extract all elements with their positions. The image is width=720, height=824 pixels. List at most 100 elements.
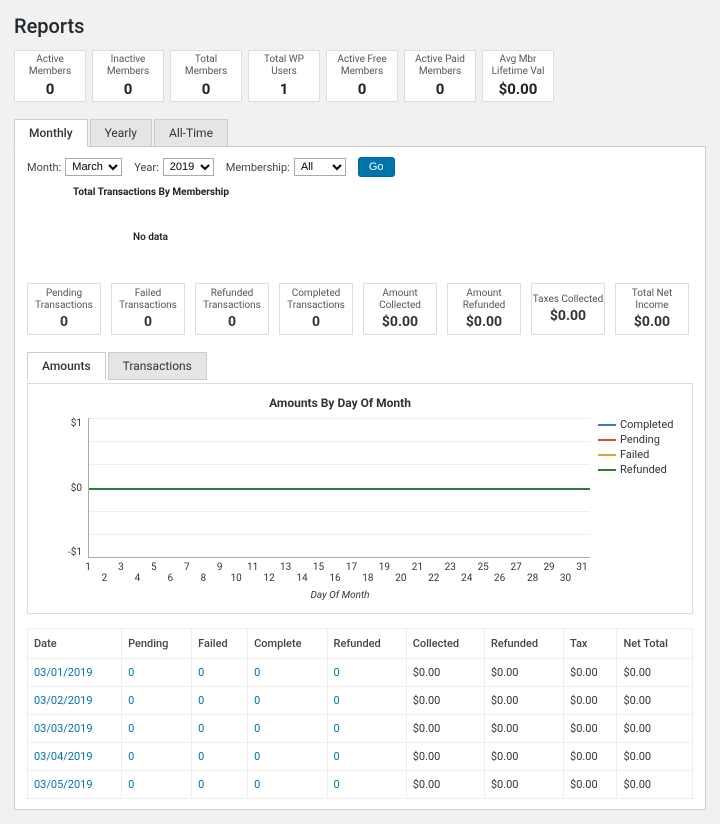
stat-label: Refunded Transactions bbox=[196, 288, 268, 311]
year-select[interactable]: 2019 bbox=[163, 158, 214, 176]
table-cell: $0.00 bbox=[617, 743, 693, 771]
legend-item: Pending bbox=[598, 433, 680, 446]
stat-value: 0 bbox=[124, 80, 133, 98]
refunded-link[interactable]: 0 bbox=[334, 694, 340, 707]
table-cell: $0.00 bbox=[484, 743, 563, 771]
stat-label: Total Net Income bbox=[616, 288, 688, 311]
txn-stat-card: Failed Transactions 0 bbox=[111, 283, 185, 335]
stat-label: Total Members bbox=[173, 54, 239, 77]
col-header[interactable]: Complete bbox=[248, 629, 327, 659]
pending-link[interactable]: 0 bbox=[128, 750, 134, 763]
month-select[interactable]: March bbox=[65, 158, 122, 176]
refunded-link[interactable]: 0 bbox=[334, 778, 340, 791]
refunded-link[interactable]: 0 bbox=[334, 750, 340, 763]
date-link[interactable]: 03/02/2019 bbox=[34, 694, 93, 707]
table-cell: 0 bbox=[192, 659, 248, 687]
top-stat-card: Active Free Members0 bbox=[326, 50, 398, 102]
stat-label: Inactive Members bbox=[95, 54, 161, 77]
complete-link[interactable]: 0 bbox=[254, 666, 260, 679]
table-body: 03/01/20190000$0.00$0.00$0.00$0.0003/02/… bbox=[28, 659, 693, 799]
complete-link[interactable]: 0 bbox=[254, 694, 260, 707]
stat-label: Failed Transactions bbox=[112, 288, 184, 311]
table-cell: $0.00 bbox=[484, 659, 563, 687]
top-stat-card: Avg Mbr Lifetime Val$0.00 bbox=[482, 50, 554, 102]
complete-link[interactable]: 0 bbox=[254, 778, 260, 791]
pending-link[interactable]: 0 bbox=[128, 666, 134, 679]
date-link[interactable]: 03/03/2019 bbox=[34, 722, 93, 735]
table-header-row: DatePendingFailedCompleteRefundedCollect… bbox=[28, 629, 693, 659]
no-data-message: No data bbox=[133, 232, 693, 243]
stat-value: 0 bbox=[144, 314, 152, 330]
stat-label: Active Paid Members bbox=[407, 54, 473, 77]
pending-link[interactable]: 0 bbox=[128, 778, 134, 791]
failed-link[interactable]: 0 bbox=[198, 750, 204, 763]
txn-stat-card: Taxes Collected$0.00 bbox=[531, 283, 605, 335]
refunded-link[interactable]: 0 bbox=[334, 722, 340, 735]
stat-value: $0.00 bbox=[466, 314, 502, 330]
table-cell: 0 bbox=[122, 659, 192, 687]
tab-monthly[interactable]: Monthly bbox=[14, 119, 88, 147]
table-cell: $0.00 bbox=[406, 715, 484, 743]
col-header[interactable]: Net Total bbox=[617, 629, 693, 659]
table-cell: $0.00 bbox=[406, 743, 484, 771]
txn-stat-card: Pending Transactions 0 bbox=[27, 283, 101, 335]
refunded-link[interactable]: 0 bbox=[334, 666, 340, 679]
tab-transactions[interactable]: Transactions bbox=[108, 352, 207, 380]
failed-link[interactable]: 0 bbox=[198, 666, 204, 679]
amounts-panel: Amounts By Day Of Month $1 $0 -$1 Comple… bbox=[27, 383, 693, 614]
table-cell: $0.00 bbox=[564, 771, 617, 799]
date-link[interactable]: 03/04/2019 bbox=[34, 750, 93, 763]
stat-value: $0.00 bbox=[382, 314, 418, 330]
pending-link[interactable]: 0 bbox=[128, 722, 134, 735]
txn-stat-card: Amount Refunded$0.00 bbox=[447, 283, 521, 335]
stat-value: 1 bbox=[280, 80, 289, 98]
stat-label: Completed Transactions bbox=[280, 288, 352, 311]
table-cell: 03/02/2019 bbox=[28, 687, 122, 715]
top-stat-card: Active Paid Members0 bbox=[404, 50, 476, 102]
table-row: 03/02/20190000$0.00$0.00$0.00$0.00 bbox=[28, 687, 693, 715]
txn-stat-card: Completed Transactions0 bbox=[279, 283, 353, 335]
stat-label: Pending Transactions bbox=[28, 288, 100, 311]
col-header[interactable]: Refunded bbox=[327, 629, 406, 659]
table-cell: 0 bbox=[192, 715, 248, 743]
col-header[interactable]: Pending bbox=[122, 629, 192, 659]
table-cell: 0 bbox=[327, 771, 406, 799]
transaction-stats-row: Pending Transactions0Failed Transactions… bbox=[27, 283, 693, 335]
stat-label: Active Free Members bbox=[329, 54, 395, 77]
table-cell: $0.00 bbox=[617, 659, 693, 687]
table-cell: $0.00 bbox=[484, 771, 563, 799]
tab-alltime[interactable]: All-Time bbox=[154, 119, 228, 147]
table-cell: $0.00 bbox=[406, 687, 484, 715]
failed-link[interactable]: 0 bbox=[198, 694, 204, 707]
col-header[interactable]: Collected bbox=[406, 629, 484, 659]
txn-stat-card: Amount Collected$0.00 bbox=[363, 283, 437, 335]
table-cell: $0.00 bbox=[617, 715, 693, 743]
go-button[interactable]: Go bbox=[358, 157, 395, 177]
col-header[interactable]: Tax bbox=[564, 629, 617, 659]
stat-value: 0 bbox=[202, 80, 211, 98]
failed-link[interactable]: 0 bbox=[198, 778, 204, 791]
table-cell: $0.00 bbox=[406, 659, 484, 687]
tab-amounts[interactable]: Amounts bbox=[27, 352, 106, 380]
col-header[interactable]: Date bbox=[28, 629, 122, 659]
col-header[interactable]: Failed bbox=[192, 629, 248, 659]
table-cell: 0 bbox=[122, 715, 192, 743]
complete-link[interactable]: 0 bbox=[254, 722, 260, 735]
pending-link[interactable]: 0 bbox=[128, 694, 134, 707]
txn-stat-card: Total Net Income$0.00 bbox=[615, 283, 689, 335]
failed-link[interactable]: 0 bbox=[198, 722, 204, 735]
date-link[interactable]: 03/05/2019 bbox=[34, 778, 93, 791]
data-table: DatePendingFailedCompleteRefundedCollect… bbox=[27, 628, 693, 799]
tab-yearly[interactable]: Yearly bbox=[90, 119, 152, 147]
y-axis: $1 $0 -$1 bbox=[40, 418, 88, 558]
table-cell: 0 bbox=[327, 715, 406, 743]
membership-select[interactable]: All bbox=[294, 158, 346, 176]
top-stat-card: Total WP Users1 bbox=[248, 50, 320, 102]
top-stat-card: Inactive Members 0 bbox=[92, 50, 164, 102]
stat-value: 0 bbox=[60, 314, 68, 330]
stat-value: $0.00 bbox=[499, 80, 538, 98]
complete-link[interactable]: 0 bbox=[254, 750, 260, 763]
table-row: 03/05/20190000$0.00$0.00$0.00$0.00 bbox=[28, 771, 693, 799]
date-link[interactable]: 03/01/2019 bbox=[34, 666, 93, 679]
col-header[interactable]: Refunded bbox=[484, 629, 563, 659]
